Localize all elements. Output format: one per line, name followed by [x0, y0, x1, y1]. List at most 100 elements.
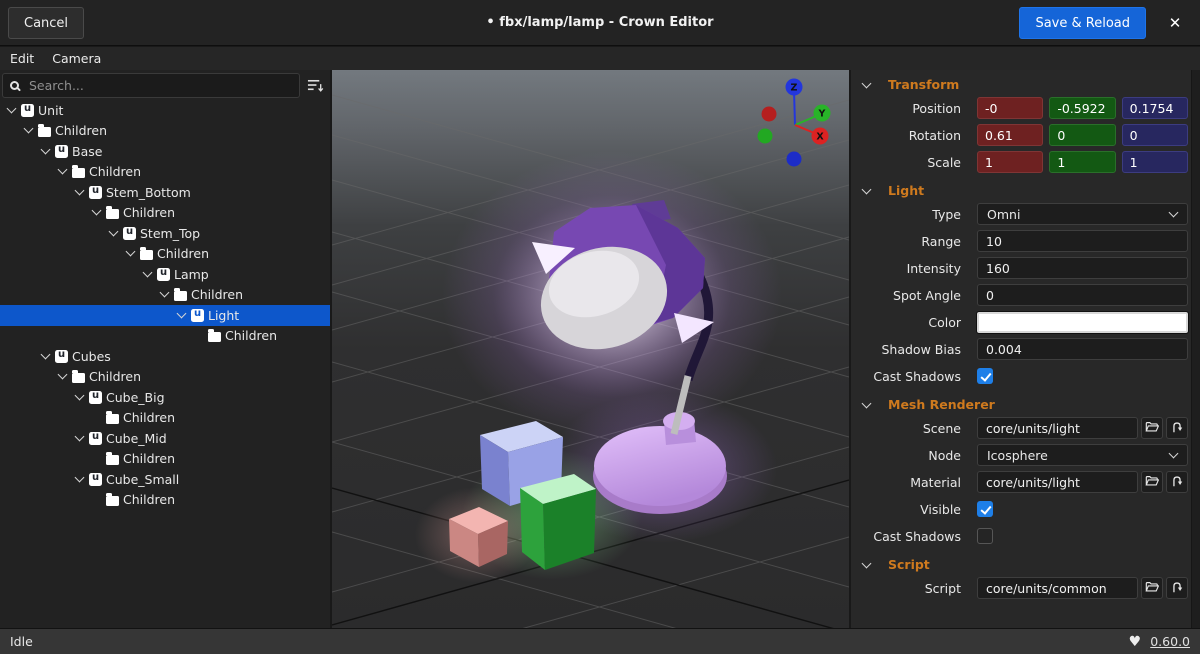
save-reload-button[interactable]: Save & Reload: [1019, 7, 1146, 39]
revert-button[interactable]: [1166, 577, 1188, 599]
tree-item-children[interactable]: Children: [0, 326, 330, 347]
sort-button[interactable]: [303, 73, 328, 98]
type-select[interactable]: Omni: [977, 203, 1188, 225]
close-icon[interactable]: ✕: [1162, 11, 1188, 35]
folder-open-icon: [1145, 420, 1159, 437]
scale-x-field[interactable]: 1: [977, 151, 1043, 173]
statusbar: Idle ♥ 0.60.0: [0, 628, 1200, 654]
chevron-down-icon[interactable]: [109, 226, 119, 236]
property-row-scene: Scene: [857, 417, 1188, 439]
search-input[interactable]: [27, 77, 292, 94]
tree-item-cube-mid[interactable]: Cube_Mid: [0, 428, 330, 449]
scene-field[interactable]: [977, 417, 1138, 439]
tree-item-base[interactable]: Base: [0, 141, 330, 162]
spot-angle-field[interactable]: [977, 284, 1188, 306]
chevron-down-icon[interactable]: [862, 184, 872, 194]
gizmo-neg-z-handle[interactable]: [787, 152, 802, 167]
browse-button[interactable]: [1141, 471, 1163, 493]
tree-item-unit[interactable]: Unit: [0, 100, 330, 121]
chevron-down-icon[interactable]: [24, 124, 34, 134]
browse-button[interactable]: [1141, 417, 1163, 439]
version-link[interactable]: 0.60.0: [1150, 634, 1190, 649]
material-field[interactable]: [977, 471, 1138, 493]
menu-edit[interactable]: Edit: [1, 47, 43, 70]
chevron-down-icon[interactable]: [75, 185, 85, 195]
viewport[interactable]: Z Y X: [332, 70, 849, 628]
chevron-down-icon[interactable]: [92, 206, 102, 216]
heart-icon[interactable]: ♥: [1129, 635, 1142, 649]
chevron-down-icon[interactable]: [41, 349, 51, 359]
property-row-scale: Scale111: [857, 151, 1188, 173]
gizmo-neg-x-handle[interactable]: [762, 107, 777, 122]
chevron-down-icon[interactable]: [58, 165, 68, 175]
tree-item-children[interactable]: Children: [0, 285, 330, 306]
search-box[interactable]: [2, 73, 300, 98]
revert-button[interactable]: [1166, 471, 1188, 493]
tree-item-stem-bottom[interactable]: Stem_Bottom: [0, 182, 330, 203]
gizmo-neg-y-handle[interactable]: [758, 129, 773, 144]
chevron-down-icon[interactable]: [7, 103, 17, 113]
cube-mid[interactable]: [520, 474, 596, 570]
tree-item-cubes[interactable]: Cubes: [0, 346, 330, 367]
tree-item-label: Stem_Bottom: [106, 185, 191, 200]
chevron-down-icon[interactable]: [58, 370, 68, 380]
chevron-down-icon[interactable]: [75, 390, 85, 400]
script-field[interactable]: [977, 577, 1138, 599]
tree-item-light[interactable]: Light: [0, 305, 330, 326]
position-y-field[interactable]: -0.5922: [1049, 97, 1115, 119]
visible-checkbox[interactable]: [977, 501, 993, 517]
tree-item-stem-top[interactable]: Stem_Top: [0, 223, 330, 244]
tree-item-children[interactable]: Children: [0, 203, 330, 224]
cast-shadows-checkbox[interactable]: [977, 528, 993, 544]
intensity-field[interactable]: [977, 257, 1188, 279]
chevron-down-icon[interactable]: [177, 308, 187, 318]
rotation-z-field[interactable]: 0: [1122, 124, 1188, 146]
cast-shadows-checkbox[interactable]: [977, 368, 993, 384]
property-label: Rotation: [857, 128, 961, 143]
section-title: Light: [888, 183, 924, 198]
property-label: Scene: [857, 421, 961, 436]
tree-item-children[interactable]: Children: [0, 367, 330, 388]
chevron-down-icon[interactable]: [160, 288, 170, 298]
field-area: [977, 577, 1188, 599]
inspector-scrollbar[interactable]: [1191, 70, 1200, 628]
unit-icon: [21, 104, 34, 117]
position-z-field[interactable]: 0.1754: [1122, 97, 1188, 119]
tree-item-children[interactable]: Children: [0, 121, 330, 142]
rotation-y-field[interactable]: 0: [1049, 124, 1115, 146]
color-swatch[interactable]: [977, 312, 1188, 333]
property-label: Color: [857, 315, 961, 330]
field-area: [977, 471, 1188, 493]
tree-item-cube-small[interactable]: Cube_Small: [0, 469, 330, 490]
chevron-down-icon[interactable]: [75, 431, 85, 441]
scale-z-field[interactable]: 1: [1122, 151, 1188, 173]
tree-item-lamp[interactable]: Lamp: [0, 264, 330, 285]
chevron-down-icon[interactable]: [862, 398, 872, 408]
chevron-down-icon[interactable]: [41, 144, 51, 154]
property-row-visible: Visible: [857, 498, 1188, 520]
browse-button[interactable]: [1141, 577, 1163, 599]
node-select[interactable]: Icosphere: [977, 444, 1188, 466]
revert-icon: [1170, 474, 1184, 491]
chevron-down-icon[interactable]: [126, 247, 136, 257]
range-field[interactable]: [977, 230, 1188, 252]
chevron-down-icon[interactable]: [862, 78, 872, 88]
tree-item-children[interactable]: Children: [0, 244, 330, 265]
shadow-bias-field[interactable]: [977, 338, 1188, 360]
tree-item-children[interactable]: Children: [0, 162, 330, 183]
revert-button[interactable]: [1166, 417, 1188, 439]
chevron-down-icon[interactable]: [75, 472, 85, 482]
tree-item-cube-big[interactable]: Cube_Big: [0, 387, 330, 408]
chevron-down-icon[interactable]: [143, 267, 153, 277]
rotation-x-field[interactable]: 0.61: [977, 124, 1043, 146]
cancel-button[interactable]: Cancel: [8, 7, 84, 39]
position-x-field[interactable]: -0: [977, 97, 1043, 119]
tree-item-children[interactable]: Children: [0, 408, 330, 429]
menu-camera[interactable]: Camera: [43, 47, 110, 70]
chevron-down-icon[interactable]: [862, 558, 872, 568]
tree-item-label: Unit: [38, 103, 63, 118]
tree-item-children[interactable]: Children: [0, 490, 330, 511]
scale-y-field[interactable]: 1: [1049, 151, 1115, 173]
tree-item-children[interactable]: Children: [0, 449, 330, 470]
viewport-3d-scene[interactable]: Z Y X: [332, 70, 849, 628]
